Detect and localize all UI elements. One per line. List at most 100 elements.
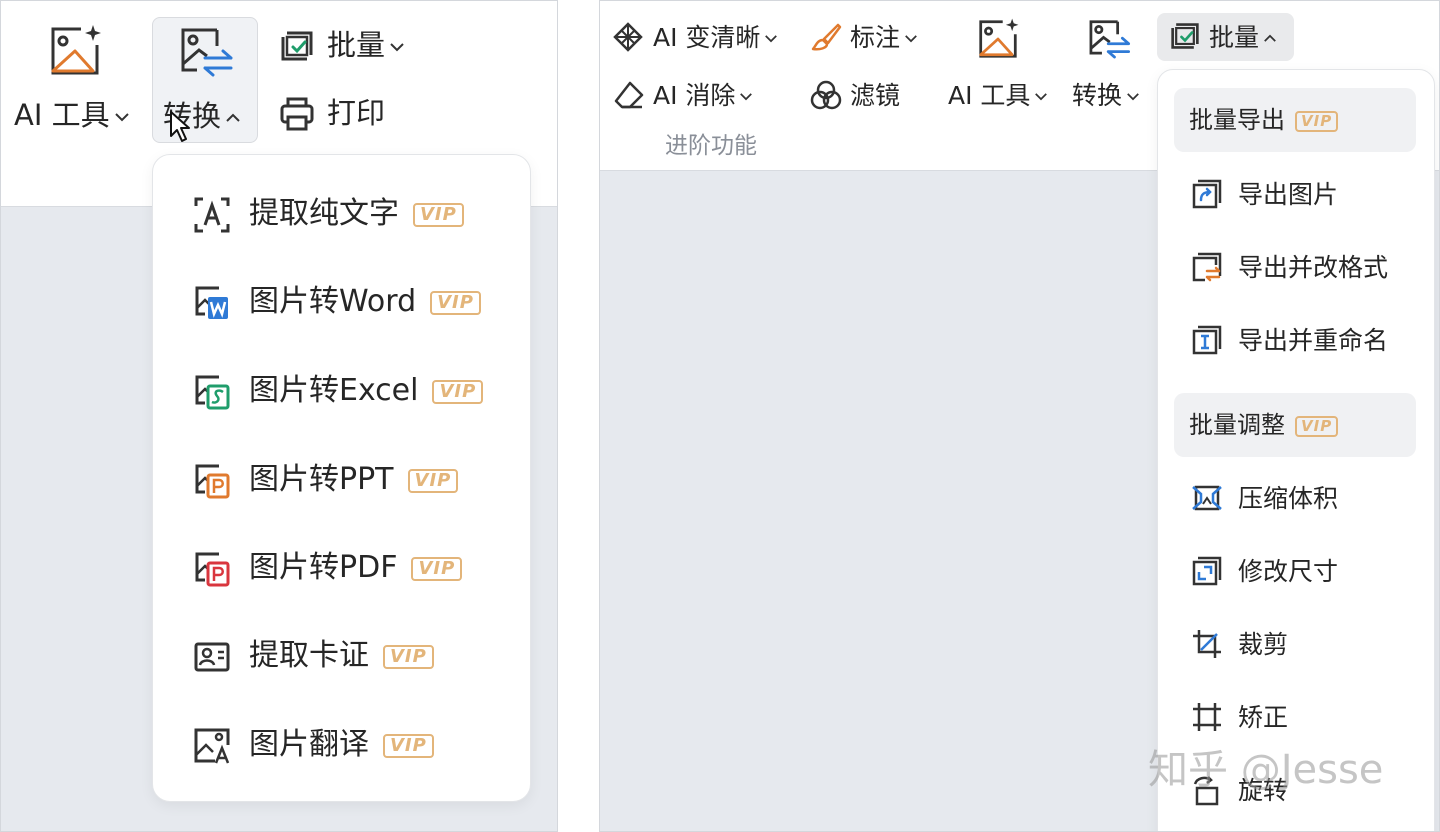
ai-tools-button-right[interactable]: AI 工具 xyxy=(948,15,1053,115)
filter-label: 滤镜 xyxy=(850,81,901,110)
print-button[interactable]: 打印 xyxy=(279,93,399,135)
menu-item-label: 图片转PDF xyxy=(249,550,398,585)
menu-item-label: 矫正 xyxy=(1238,703,1289,732)
convert-image-icon xyxy=(177,24,235,84)
batch-button-right[interactable]: 批量 xyxy=(1157,13,1294,61)
chevron-up-icon xyxy=(1263,34,1279,44)
right-panel: AI 变清晰 标注 AI 消除 滤镜 AI 工具 转换 批量 进阶功能 批量导出… xyxy=(599,0,1440,832)
menu-item-label: 导出并重命名 xyxy=(1238,326,1389,355)
menu-item-export-rename[interactable]: 导出并重命名 xyxy=(1158,316,1434,366)
menu-item-label: 修改尺寸 xyxy=(1238,557,1339,586)
mouse-cursor-icon xyxy=(169,110,193,148)
menu-item-image-to-pdf[interactable]: 图片转PDF VIP xyxy=(153,537,530,597)
group-batch-adjust: 批量调整 VIP xyxy=(1174,393,1416,457)
group-batch-export: 批量导出 VIP xyxy=(1174,88,1416,152)
enhance-icon xyxy=(612,21,644,57)
translate-icon xyxy=(193,727,231,765)
ai-erase-button[interactable]: AI 消除 xyxy=(612,77,762,113)
batch-dropdown-menu: 批量导出 VIP 导出图片 导出并改格式 导出并重命名 批量调整 VIP 压缩体… xyxy=(1157,69,1435,831)
menu-item-label: 提取纯文字 xyxy=(249,196,399,231)
menu-item-label: 裁剪 xyxy=(1238,630,1289,659)
export-format-icon xyxy=(1191,251,1223,283)
watermark-text: 知乎 @Jesse xyxy=(1148,747,1384,793)
menu-item-label: 图片转PPT xyxy=(249,462,394,497)
vip-badge: VIP xyxy=(383,644,434,669)
resize-icon xyxy=(1191,555,1223,587)
compress-icon xyxy=(1191,482,1223,514)
batch-icon xyxy=(1169,21,1201,55)
vip-badge: VIP xyxy=(407,468,459,493)
menu-item-label: 提取卡证 xyxy=(249,638,369,673)
menu-item-image-to-ppt[interactable]: 图片转PPT VIP xyxy=(153,449,530,509)
export-image-icon xyxy=(1191,178,1223,210)
vip-badge: VIP xyxy=(1295,110,1339,132)
batch-button[interactable]: 批量 xyxy=(279,25,429,67)
batch-label-right: 批量 xyxy=(1209,23,1260,52)
left-panel: AI 工具 转换 批量 打印 提取纯文字 VIP 图片转Word VIP 图片转… xyxy=(0,0,558,832)
menu-item-export-image[interactable]: 导出图片 xyxy=(1158,170,1434,220)
batch-label: 批量 xyxy=(327,28,386,62)
ai-image-icon xyxy=(976,17,1020,65)
ai-image-icon xyxy=(47,23,103,83)
id-card-icon xyxy=(193,638,231,676)
ai-tools-label-right: AI 工具 xyxy=(948,81,1031,110)
batch-icon xyxy=(279,29,315,67)
chevron-down-icon xyxy=(904,34,920,44)
chevron-down-icon xyxy=(114,112,130,122)
group-label: 批量调整 xyxy=(1189,411,1285,439)
chevron-down-icon xyxy=(389,42,405,52)
ai-erase-label: AI 消除 xyxy=(653,81,736,110)
menu-item-label: 图片翻译 xyxy=(249,727,369,762)
menu-item-correct[interactable]: 矫正 xyxy=(1158,693,1434,743)
vip-badge: VIP xyxy=(432,379,484,404)
menu-item-extract-text[interactable]: 提取纯文字 VIP xyxy=(153,183,530,243)
vip-badge: VIP xyxy=(413,202,464,227)
convert-button-right[interactable]: 转换 xyxy=(1072,15,1152,115)
vip-badge: VIP xyxy=(1295,415,1339,437)
ppt-icon xyxy=(193,462,231,500)
group-label: 批量导出 xyxy=(1189,106,1285,134)
chevron-down-icon xyxy=(739,92,755,102)
chevron-down-icon xyxy=(764,34,780,44)
printer-icon xyxy=(279,96,315,136)
annotate-button[interactable]: 标注 xyxy=(810,19,930,55)
menu-item-image-to-excel[interactable]: 图片转Excel VIP xyxy=(153,360,530,420)
menu-item-label: 压缩体积 xyxy=(1238,484,1339,513)
word-icon xyxy=(193,284,231,322)
crop-icon xyxy=(1191,628,1223,660)
ai-tools-label: AI 工具 xyxy=(14,98,110,132)
vip-badge: VIP xyxy=(411,556,463,581)
eraser-icon xyxy=(612,79,644,115)
chevron-down-icon xyxy=(1034,92,1050,102)
menu-item-crop[interactable]: 裁剪 xyxy=(1158,620,1434,670)
pdf-icon xyxy=(193,550,231,588)
vip-badge: VIP xyxy=(430,290,481,315)
chevron-down-icon xyxy=(1126,92,1142,102)
menu-item-resize[interactable]: 修改尺寸 xyxy=(1158,547,1434,597)
convert-label-right: 转换 xyxy=(1072,81,1123,110)
ai-enhance-label: AI 变清晰 xyxy=(653,23,761,52)
vip-badge: VIP xyxy=(383,733,434,758)
menu-item-image-translate[interactable]: 图片翻译 VIP xyxy=(153,714,530,774)
filter-button[interactable]: 滤镜 xyxy=(810,77,910,113)
convert-button[interactable]: 转换 xyxy=(152,17,258,143)
ai-tools-button[interactable]: AI 工具 xyxy=(11,17,139,143)
chevron-up-icon xyxy=(225,113,241,123)
menu-item-compress[interactable]: 压缩体积 xyxy=(1158,474,1434,524)
menu-item-extract-id-card[interactable]: 提取卡证 VIP xyxy=(153,625,530,685)
menu-item-label: 导出并改格式 xyxy=(1238,253,1389,282)
correct-icon xyxy=(1191,701,1223,733)
brush-icon xyxy=(810,21,842,57)
menu-item-export-format[interactable]: 导出并改格式 xyxy=(1158,243,1434,293)
menu-item-label: 图片转Excel xyxy=(249,373,419,408)
filter-icon xyxy=(810,79,842,115)
section-label-advanced: 进阶功能 xyxy=(665,133,757,159)
convert-dropdown-menu: 提取纯文字 VIP 图片转Word VIP 图片转Excel VIP 图片转PP… xyxy=(152,154,531,802)
menu-item-label: 导出图片 xyxy=(1238,180,1339,209)
convert-image-icon xyxy=(1086,17,1132,65)
ai-enhance-button[interactable]: AI 变清晰 xyxy=(612,19,784,55)
menu-item-image-to-word[interactable]: 图片转Word VIP xyxy=(153,271,530,331)
excel-icon xyxy=(193,373,231,411)
export-rename-icon xyxy=(1191,324,1223,356)
annotate-label: 标注 xyxy=(850,23,901,52)
